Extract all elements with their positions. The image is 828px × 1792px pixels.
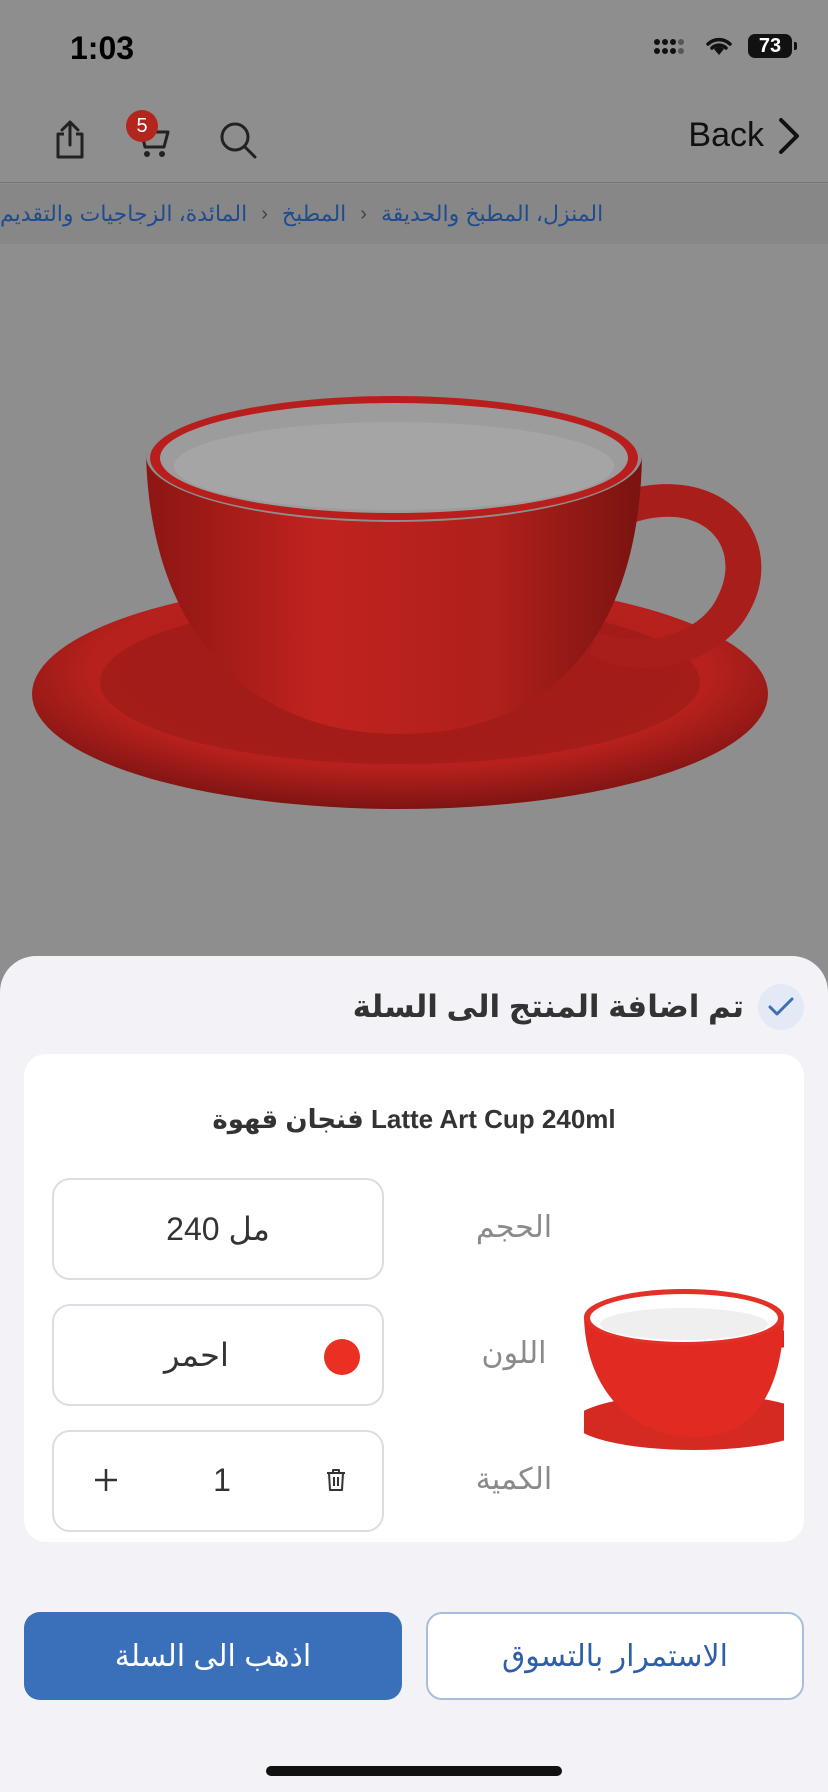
quantity-stepper: 1	[52, 1430, 384, 1532]
product-image	[32, 390, 768, 809]
size-value: 240 مل	[166, 1211, 270, 1247]
breadcrumb: المنزل، المطبخ والحديقة ‹ المطبخ ‹ المائ…	[0, 184, 828, 244]
quantity-label: الكمية	[475, 1463, 553, 1496]
wifi-icon	[706, 37, 732, 55]
breadcrumb-item[interactable]: المنزل، المطبخ والحديقة	[381, 201, 603, 227]
color-value: احمر	[164, 1337, 229, 1373]
quantity-value: 1	[213, 1462, 231, 1498]
color-field[interactable]: احمر	[52, 1304, 384, 1406]
battery-level: 73	[758, 34, 782, 57]
share-icon	[56, 120, 84, 159]
share-button[interactable]	[44, 114, 96, 166]
battery-icon: 73	[748, 34, 797, 58]
size-label: الحجم	[475, 1211, 553, 1244]
color-swatch	[324, 1339, 360, 1375]
search-icon	[220, 122, 257, 159]
continue-shopping-button[interactable]: الاستمرار بالتسوق	[426, 1612, 804, 1700]
top-nav-bar: 5 Back	[0, 96, 828, 183]
sheet-title: تم اضافة المنتج الى السلة	[352, 989, 744, 1024]
back-button[interactable]: Back	[688, 116, 800, 155]
status-time: 1:03	[70, 30, 135, 66]
product-thumbnail	[584, 1272, 804, 1452]
size-field[interactable]: 240 مل	[52, 1178, 384, 1280]
increase-quantity-button[interactable]	[86, 1460, 126, 1500]
status-bar: 1:03 73	[0, 0, 828, 96]
breadcrumb-item[interactable]: المطبخ	[282, 201, 346, 227]
go-to-cart-button[interactable]: اذهب الى السلة	[24, 1612, 402, 1700]
sheet-header: تم اضافة المنتج الى السلة	[353, 984, 804, 1030]
breadcrumb-separator-icon: ‹	[360, 202, 367, 225]
status-icons: 73	[654, 34, 797, 58]
cart-count-badge: 5	[126, 110, 158, 142]
back-label: Back	[688, 116, 764, 154]
delete-item-button[interactable]	[316, 1460, 356, 1500]
breadcrumb-separator-icon: ‹	[261, 202, 268, 225]
product-name: فنجان قهوة Latte Art Cup 240ml	[212, 1104, 616, 1134]
home-indicator	[266, 1766, 562, 1776]
search-button[interactable]	[212, 114, 264, 166]
trash-icon	[327, 1469, 345, 1491]
color-label: اللون	[481, 1337, 547, 1370]
chevron-right-icon	[779, 117, 799, 154]
breadcrumb-item[interactable]: المائدة، الزجاجيات والتقديم	[0, 201, 247, 227]
plus-icon	[95, 1469, 117, 1491]
check-icon	[758, 984, 804, 1030]
product-card: فنجان قهوة Latte Art Cup 240ml الحجم 240…	[24, 1054, 804, 1542]
added-to-cart-sheet: تم اضافة المنتج الى السلة فنجان قهوة Lat…	[0, 956, 828, 1792]
signal-icon	[654, 39, 684, 54]
